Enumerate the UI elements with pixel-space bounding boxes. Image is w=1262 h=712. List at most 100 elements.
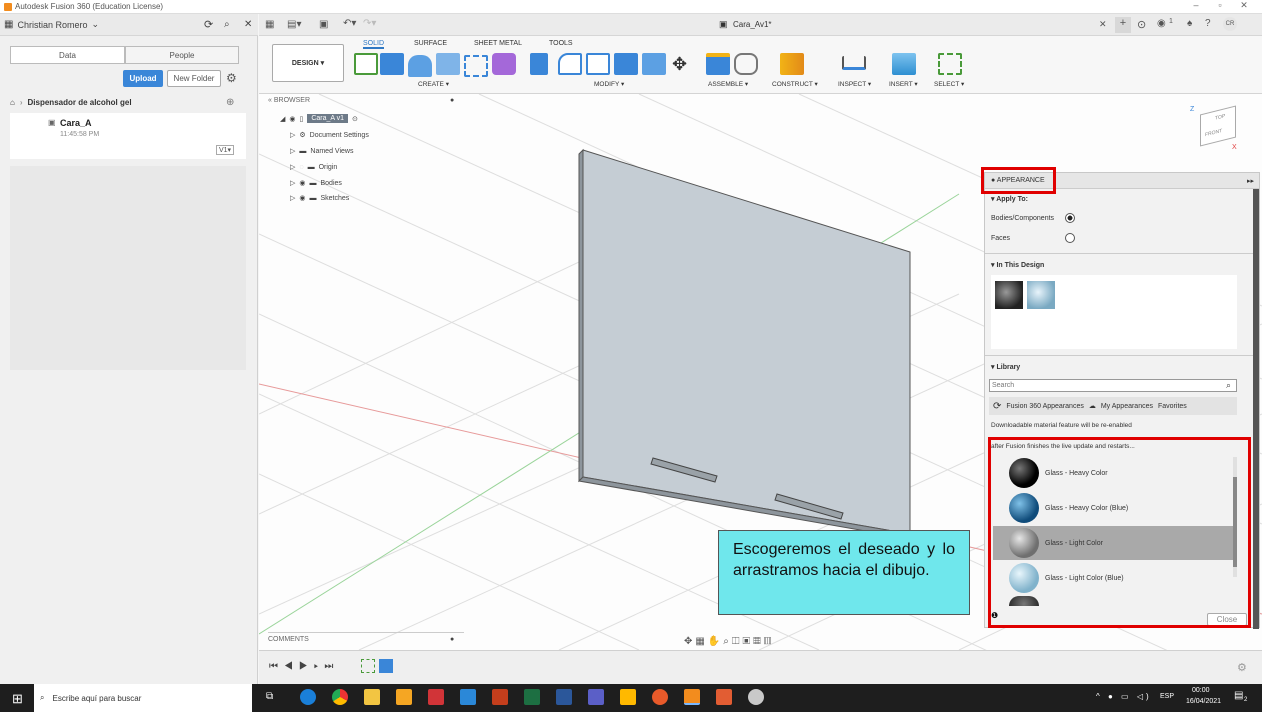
workspace-dropdown[interactable]: DESIGN ▾ bbox=[272, 44, 344, 82]
timeline-settings-gear-icon[interactable]: ⚙ bbox=[1237, 661, 1247, 674]
display-settings-icon[interactable]: ▣ bbox=[743, 636, 754, 647]
play-icon[interactable]: ▶ bbox=[299, 661, 314, 672]
action-center-icon[interactable]: ▤ bbox=[1234, 690, 1243, 701]
tab-people[interactable]: People bbox=[125, 46, 239, 64]
file-card[interactable]: Cara_A ▣ 11:45:58 PM V1▾ bbox=[10, 113, 246, 159]
close-tab-icon[interactable]: ✕ bbox=[1099, 19, 1107, 30]
word-app-icon[interactable] bbox=[556, 689, 572, 705]
timeline-sketch-icon[interactable] bbox=[361, 659, 375, 673]
version-badge[interactable]: V1▾ bbox=[216, 145, 235, 155]
expand-panel-icon[interactable]: ▸▸ bbox=[1247, 177, 1254, 185]
expand-icon[interactable]: ◢ bbox=[280, 115, 285, 123]
revolve-icon[interactable] bbox=[408, 55, 432, 77]
browser-item-label[interactable]: Document Settings bbox=[310, 132, 369, 139]
new-folder-button[interactable]: New Folder bbox=[167, 70, 221, 87]
clock-time[interactable]: 00:00 bbox=[1192, 687, 1210, 694]
file-menu-icon[interactable]: ▤▾ bbox=[287, 19, 301, 30]
edge-app-icon[interactable] bbox=[300, 689, 316, 705]
go-to-start-icon[interactable]: ⏮ bbox=[269, 661, 284, 672]
step-forward-icon[interactable]: ▸ bbox=[314, 661, 325, 672]
comments-pin-icon[interactable]: ● bbox=[450, 636, 454, 643]
windows-start-icon[interactable]: ⊞ bbox=[12, 691, 23, 707]
extrude-icon[interactable] bbox=[380, 53, 404, 75]
new-component-icon[interactable] bbox=[706, 53, 730, 75]
browser-item-named-views[interactable]: ▷ ▬ Named Views bbox=[290, 147, 353, 156]
document-title[interactable]: Cara_Av1* bbox=[733, 20, 772, 29]
close-window-button[interactable]: ✕ bbox=[1232, 0, 1256, 14]
search-icon[interactable]: ⌕ bbox=[224, 19, 230, 30]
construct-menu[interactable]: CONSTRUCT ▾ bbox=[772, 80, 818, 88]
bodies-components-radio[interactable] bbox=[1065, 213, 1075, 223]
browser-pin-icon[interactable]: ● bbox=[450, 97, 454, 104]
browser-header[interactable]: « BROWSER bbox=[268, 97, 310, 104]
create-sketch-icon[interactable] bbox=[354, 53, 378, 75]
viewcube-front-label[interactable]: FRONT bbox=[1205, 128, 1222, 138]
faces-radio[interactable] bbox=[1065, 233, 1075, 243]
file-explorer-app-icon[interactable] bbox=[364, 689, 380, 705]
online-status-icon[interactable]: ◉ bbox=[1157, 18, 1166, 29]
tab-tools[interactable]: TOOLS bbox=[549, 40, 573, 47]
expand-icon[interactable]: ▷ bbox=[290, 147, 295, 155]
viewports-icon[interactable]: ▥ bbox=[764, 636, 775, 647]
tab-fusion-appearances[interactable]: Fusion 360 Appearances bbox=[1006, 403, 1083, 410]
apps-grid-icon[interactable]: ▦ bbox=[4, 19, 13, 30]
user-name[interactable]: Christian Romero bbox=[17, 20, 87, 30]
form-icon[interactable] bbox=[492, 53, 516, 75]
excel-app-icon[interactable] bbox=[524, 689, 540, 705]
taskbar-search-box[interactable]: ⌕ Escribe aquí para buscar bbox=[34, 684, 252, 712]
viewcube-top-label[interactable]: TOP bbox=[1215, 113, 1225, 122]
navigation-bar[interactable]: ✥▦✋⌕◫▣▦▥ bbox=[684, 636, 774, 647]
eye-off-icon[interactable]: ◌ bbox=[299, 164, 303, 171]
panel-front-face[interactable] bbox=[582, 149, 911, 535]
tab-data[interactable]: Data bbox=[10, 46, 125, 64]
activate-icon[interactable]: ⊙ bbox=[352, 115, 358, 123]
browser-item-label[interactable]: Sketches bbox=[321, 195, 350, 202]
move-icon[interactable]: ✥ bbox=[672, 54, 687, 75]
home-icon[interactable]: ⌂ bbox=[10, 98, 15, 107]
sticky-notes-app-icon[interactable] bbox=[620, 689, 636, 705]
chrome-app-icon[interactable] bbox=[332, 689, 348, 705]
panel-scrollbar[interactable] bbox=[1253, 189, 1259, 629]
browser-item-sketches[interactable]: ▷ ◉ ▬ Sketches bbox=[290, 194, 350, 203]
breadcrumb[interactable]: ⌂ › Dispensador de alcohol gel bbox=[10, 98, 132, 107]
viewcube[interactable]: Z TOP FRONT X bbox=[1190, 105, 1242, 154]
collapse-icon[interactable]: « bbox=[268, 97, 272, 104]
timeline-extrude-icon[interactable] bbox=[379, 659, 393, 673]
expand-icon[interactable]: ▷ bbox=[290, 194, 295, 202]
pan-icon[interactable]: ✋ bbox=[708, 636, 723, 647]
expand-icon[interactable]: ▷ bbox=[290, 131, 295, 139]
language-indicator[interactable]: ESP bbox=[1160, 693, 1174, 700]
file-name[interactable]: Cara_A bbox=[60, 118, 92, 128]
swatch-glass-light-blue[interactable] bbox=[1027, 281, 1055, 309]
sweep-icon[interactable] bbox=[436, 53, 460, 75]
fit-icon[interactable]: ◫ bbox=[732, 636, 743, 647]
browser-item-bodies[interactable]: ▷ ◉ ▬ Bodies bbox=[290, 179, 342, 188]
tab-favorites[interactable]: Favorites bbox=[1158, 403, 1187, 410]
new-tab-icon[interactable]: + bbox=[1115, 17, 1131, 33]
upload-button[interactable]: Upload bbox=[123, 70, 163, 87]
apps-grid-icon[interactable]: ▦ bbox=[265, 19, 274, 30]
look-at-icon[interactable]: ▦ bbox=[695, 636, 707, 647]
bell-icon[interactable]: ♠ bbox=[1187, 18, 1192, 29]
user-avatar[interactable]: CR bbox=[1223, 17, 1237, 31]
shell-icon[interactable] bbox=[586, 53, 610, 75]
browser-item-label[interactable]: Bodies bbox=[321, 180, 342, 187]
zoom-icon[interactable]: ⌕ bbox=[723, 636, 732, 647]
breadcrumb-folder[interactable]: Dispensador de alcohol gel bbox=[28, 98, 132, 107]
press-pull-icon[interactable] bbox=[530, 53, 548, 75]
loft-icon[interactable] bbox=[464, 55, 488, 77]
powerpoint-app-icon[interactable] bbox=[492, 689, 508, 705]
offset-plane-icon[interactable] bbox=[780, 53, 804, 75]
inspect-menu[interactable]: INSPECT ▾ bbox=[838, 80, 871, 88]
modify-menu[interactable]: MODIFY ▾ bbox=[594, 80, 624, 88]
orbit-icon[interactable]: ✥ bbox=[684, 636, 695, 647]
create-menu[interactable]: CREATE ▾ bbox=[418, 80, 449, 88]
expand-icon[interactable]: ▷ bbox=[290, 179, 295, 187]
comments-bar[interactable]: COMMENTS ● bbox=[268, 632, 464, 646]
select-menu[interactable]: SELECT ▾ bbox=[934, 80, 964, 88]
redo-icon[interactable]: ↷▾ bbox=[363, 18, 376, 29]
fusion-app-icon[interactable] bbox=[684, 689, 700, 705]
system-tray-icons[interactable]: ^ ● ▭ ◁) bbox=[1096, 692, 1152, 701]
task-view-icon[interactable]: ⧉ bbox=[266, 691, 273, 702]
close-panel-icon[interactable]: ✕ bbox=[244, 19, 252, 30]
